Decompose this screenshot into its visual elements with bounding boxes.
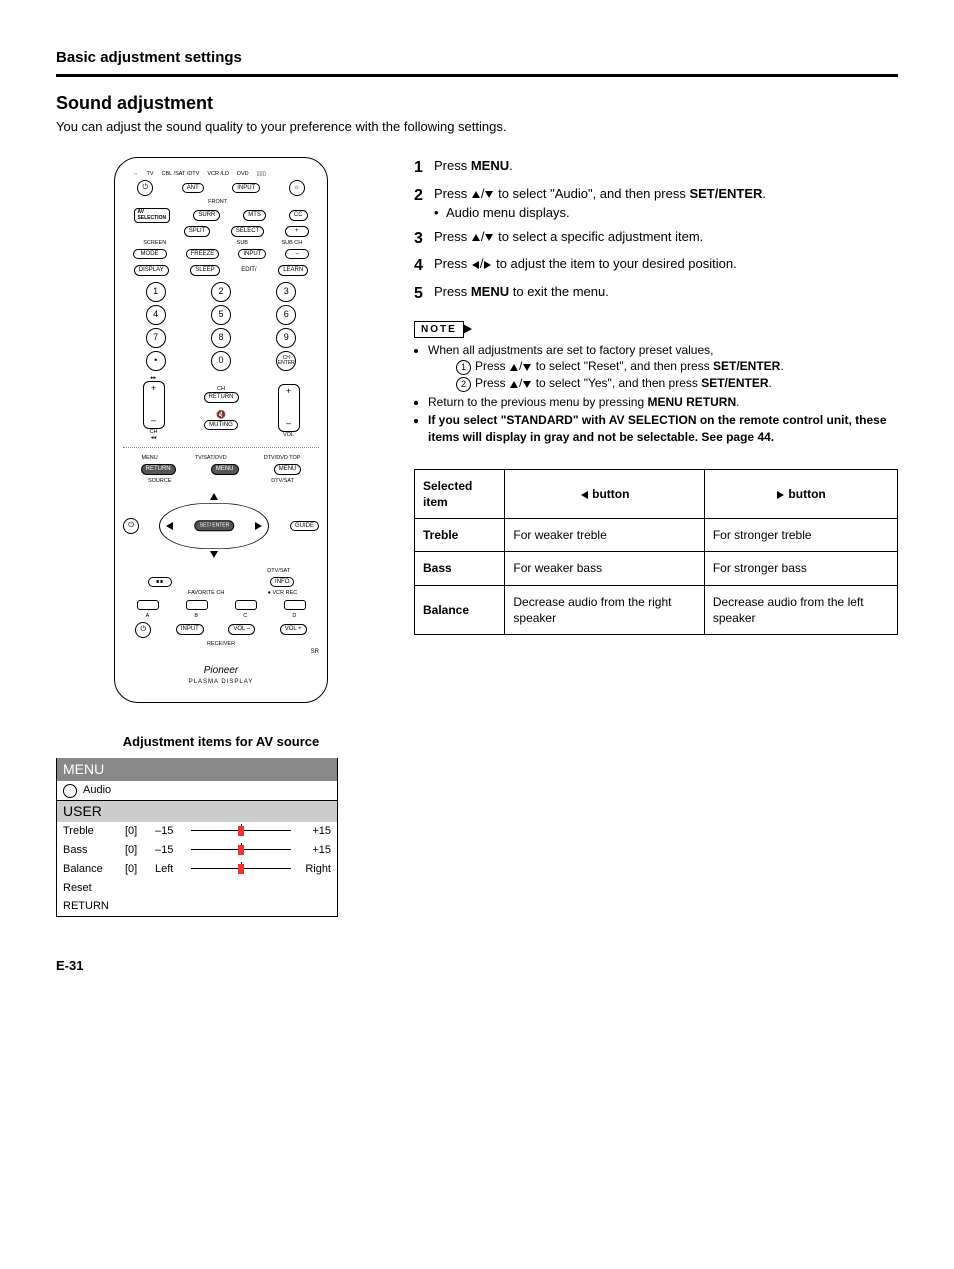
osd-return: RETURN <box>57 897 337 916</box>
surr-button: SURR <box>193 210 220 221</box>
step-1: 1Press MENU. <box>414 157 898 179</box>
step-2: 2Press / to select "Audio", and then pre… <box>414 185 898 222</box>
section-title: Basic adjustment settings <box>56 48 898 68</box>
adjustment-table: Selected item button button TrebleFor we… <box>414 469 898 635</box>
av-selection-button: AV SELECTION <box>134 208 170 223</box>
osd-menu: MENU Audio USER Treble[0]–15+15Bass[0]–1… <box>56 758 338 917</box>
menu2-button: MENU <box>274 464 302 475</box>
osd-row-treble: Treble[0]–15+15 <box>57 822 337 841</box>
digit-7: 7 <box>146 328 166 348</box>
digit-3: 3 <box>276 282 296 302</box>
table-row: BassFor weaker bassFor stronger bass <box>415 552 898 585</box>
audio-icon <box>63 784 77 798</box>
digit-2: 2 <box>211 282 231 302</box>
brightness-icon: ☼ <box>289 180 305 196</box>
display-button: DISPLAY <box>134 265 169 276</box>
note-header: NOTE <box>414 321 464 339</box>
th-right-button: button <box>704 469 897 518</box>
table-row: TrebleFor weaker trebleFor stronger treb… <box>415 519 898 552</box>
ant-button: ANT <box>182 183 204 194</box>
rule <box>56 74 898 77</box>
digit-4: 4 <box>146 305 166 325</box>
nav-cluster: SET/ ENTER <box>159 491 269 561</box>
plus-button: + <box>285 226 309 237</box>
source-power-icon: ⏻ <box>123 518 139 534</box>
osd-user-header: USER <box>57 801 337 822</box>
transport-play <box>235 600 257 610</box>
table-row: BalanceDecrease audio from the right spe… <box>415 585 898 634</box>
mts-button: MTS <box>243 210 266 221</box>
muting-button: MUTING <box>204 420 238 431</box>
transport-ff <box>284 600 306 610</box>
intro-text: You can adjust the sound quality to your… <box>56 118 898 136</box>
digit-9: 9 <box>276 328 296 348</box>
heading: Sound adjustment <box>56 91 898 115</box>
sleep-button: SLEEP <box>190 265 219 276</box>
receiver-vol-down: VOL – <box>228 624 255 635</box>
mode-button: MODE <box>133 249 167 260</box>
ch-enter-button: CH ENTER <box>276 351 296 371</box>
remote-src-dvd: DVD <box>237 171 249 177</box>
power-icon: ⏻ <box>137 180 153 196</box>
info-button: INFO <box>270 577 294 588</box>
cc-button: CC <box>289 210 308 221</box>
osd-audio-label: Audio <box>83 783 111 798</box>
set-enter-button: SET/ ENTER <box>195 520 234 532</box>
th-selected-item: Selected item <box>415 469 505 518</box>
learn-button: LEARN <box>278 265 308 276</box>
osd-reset: Reset <box>57 879 337 898</box>
step-5: 5Press MENU to exit the menu. <box>414 283 898 305</box>
remote-src-cbl: CBL /SAT /DTV <box>162 171 200 177</box>
note-return: Return to the previous menu by pressing … <box>428 394 898 410</box>
menu-button: MENU <box>211 464 239 475</box>
receiver-power-icon: ⏻ <box>135 622 151 638</box>
osd-row-bass: Bass[0]–15+15 <box>57 841 337 860</box>
freeze-button: FREEZE <box>186 249 220 260</box>
input-button: INPUT <box>232 183 260 194</box>
receiver-vol-up: VOL + <box>280 624 307 635</box>
vol-rocker: +– <box>278 384 300 432</box>
digit-dot: • <box>146 351 166 371</box>
guide-button: GUIDE <box>290 521 319 532</box>
return-button: RETURN <box>204 392 239 403</box>
remote-control-illustration: ⇔ TV CBL /SAT /DTV VCR /LD DVD ▯▯▯ ⏻ ANT… <box>114 157 328 703</box>
remote-src-vcr: VCR /LD <box>207 171 229 177</box>
step-3: 3Press / to select a specific adjustment… <box>414 228 898 250</box>
note-reset: When all adjustments are set to factory … <box>428 342 898 392</box>
page-number: E-31 <box>56 957 898 975</box>
brand-logo: Pioneer <box>123 665 319 676</box>
receiver-input: INPUT <box>176 624 204 635</box>
transport-stop <box>186 600 208 610</box>
digit-1: 1 <box>146 282 166 302</box>
ch-rocker: +– <box>143 381 165 429</box>
digit-0: 0 <box>211 351 231 371</box>
brand-subtitle: PLASMA DISPLAY <box>123 679 319 686</box>
digit-8: 8 <box>211 328 231 348</box>
th-left-button: button <box>505 469 704 518</box>
osd-title: Adjustment items for AV source <box>56 733 386 751</box>
step-4: 4Press / to adjust the item to your desi… <box>414 255 898 277</box>
osd-row-balance: Balance[0]LeftRight <box>57 860 337 879</box>
osd-menu-header: MENU <box>57 758 337 781</box>
remote-src-tv: TV <box>147 171 154 177</box>
minus-button: – <box>285 249 309 260</box>
select-button: SELECT <box>231 226 264 237</box>
menu-return-button: RETURN <box>141 464 176 475</box>
note-standard: If you select "STANDARD" with AV SELECTI… <box>428 412 898 444</box>
split-button: SPLIT <box>184 226 211 237</box>
sub-input-button: INPUT <box>238 249 266 260</box>
digit-5: 5 <box>211 305 231 325</box>
digit-6: 6 <box>276 305 296 325</box>
transport-rew <box>137 600 159 610</box>
